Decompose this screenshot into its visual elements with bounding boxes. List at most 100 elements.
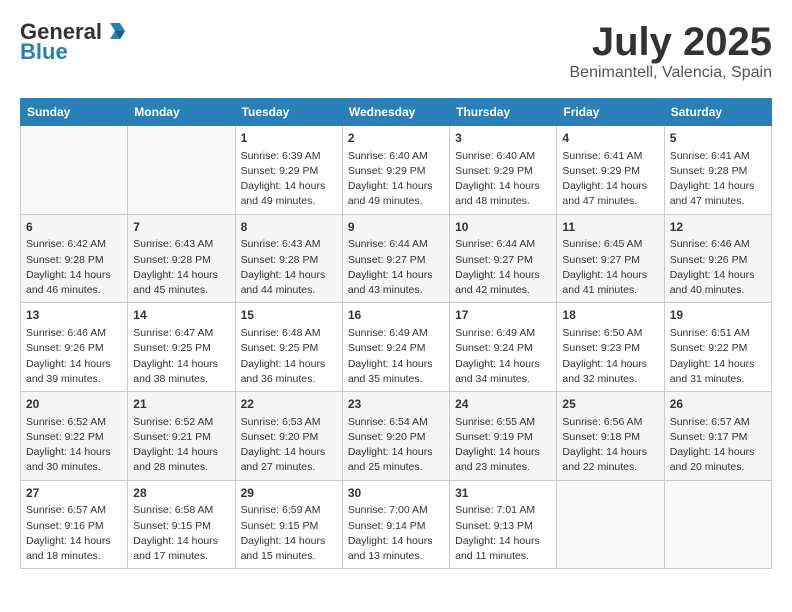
day-number: 22 [241, 396, 337, 413]
day-info: Sunrise: 6:55 AM Sunset: 9:19 PM Dayligh… [455, 415, 551, 476]
day-number: 9 [348, 219, 444, 236]
calendar-cell [21, 126, 128, 215]
day-info: Sunrise: 6:59 AM Sunset: 9:15 PM Dayligh… [241, 503, 337, 564]
calendar-cell: 4 Sunrise: 6:41 AM Sunset: 9:29 PM Daylig… [557, 126, 664, 215]
day-info: Sunrise: 7:00 AM Sunset: 9:14 PM Dayligh… [348, 503, 444, 564]
calendar-cell: 14 Sunrise: 6:47 AM Sunset: 9:25 PM Dayli… [128, 303, 235, 392]
day-info: Sunrise: 6:43 AM Sunset: 9:28 PM Dayligh… [133, 237, 229, 298]
calendar-cell: 9Sunrise: 6:44 AM Sunset: 9:27 PM Daylig… [342, 214, 449, 303]
day-info: Sunrise: 6:43 AM Sunset: 9:28 PM Dayligh… [241, 237, 337, 298]
day-info: Sunrise: 6:56 AM Sunset: 9:18 PM Dayligh… [562, 415, 658, 476]
calendar-cell: 24 Sunrise: 6:55 AM Sunset: 9:19 PM Dayli… [450, 392, 557, 481]
calendar-cell: 31Sunrise: 7:01 AM Sunset: 9:13 PM Dayli… [450, 480, 557, 569]
calendar-cell: 5Sunrise: 6:41 AM Sunset: 9:28 PM Daylig… [664, 126, 771, 215]
calendar-cell: 6Sunrise: 6:42 AM Sunset: 9:28 PM Daylig… [21, 214, 128, 303]
page-subtitle: Benimantell, Valencia, Spain [570, 64, 773, 82]
calendar-cell: 25Sunrise: 6:56 AM Sunset: 9:18 PM Dayli… [557, 392, 664, 481]
logo-blue: Blue [20, 40, 128, 64]
day-number: 20 [26, 396, 122, 413]
day-number: 18 [562, 307, 658, 324]
day-number: 6 [26, 219, 122, 236]
calendar-week-row: 27Sunrise: 6:57 AM Sunset: 9:16 PM Dayli… [21, 480, 772, 569]
calendar-cell [664, 480, 771, 569]
calendar-cell: 21 Sunrise: 6:52 AM Sunset: 9:21 PM Dayli… [128, 392, 235, 481]
calendar-cell: 30Sunrise: 7:00 AM Sunset: 9:14 PM Dayli… [342, 480, 449, 569]
day-info: Sunrise: 6:50 AM Sunset: 9:23 PM Dayligh… [562, 326, 658, 387]
day-info: Sunrise: 6:57 AM Sunset: 9:16 PM Dayligh… [26, 503, 122, 564]
day-number: 3 [455, 130, 551, 147]
calendar-cell: 18 Sunrise: 6:50 AM Sunset: 9:23 PM Dayli… [557, 303, 664, 392]
calendar-header-thursday: Thursday [450, 99, 557, 126]
day-info: Sunrise: 6:47 AM Sunset: 9:25 PM Dayligh… [133, 326, 229, 387]
calendar-week-row: 13Sunrise: 6:46 AM Sunset: 9:26 PM Dayli… [21, 303, 772, 392]
calendar-cell: 23 Sunrise: 6:54 AM Sunset: 9:20 PM Dayli… [342, 392, 449, 481]
day-number: 24 [455, 396, 551, 413]
calendar-cell: 10Sunrise: 6:44 AM Sunset: 9:27 PM Dayli… [450, 214, 557, 303]
day-info: Sunrise: 6:44 AM Sunset: 9:27 PM Dayligh… [455, 237, 551, 298]
day-info: Sunrise: 6:39 AM Sunset: 9:29 PM Dayligh… [241, 149, 337, 210]
day-number: 27 [26, 485, 122, 502]
calendar-cell: 19 Sunrise: 6:51 AM Sunset: 9:22 PM Dayli… [664, 303, 771, 392]
day-info: Sunrise: 6:49 AM Sunset: 9:24 PM Dayligh… [348, 326, 444, 387]
day-info: Sunrise: 6:41 AM Sunset: 9:28 PM Dayligh… [670, 149, 766, 210]
day-info: Sunrise: 6:42 AM Sunset: 9:28 PM Dayligh… [26, 237, 122, 298]
calendar-cell: 15 Sunrise: 6:48 AM Sunset: 9:25 PM Dayli… [235, 303, 342, 392]
logo: General Blue [20, 20, 128, 64]
calendar-cell: 8Sunrise: 6:43 AM Sunset: 9:28 PM Daylig… [235, 214, 342, 303]
calendar-header-row: SundayMondayTuesdayWednesdayThursdayFrid… [21, 99, 772, 126]
day-number: 19 [670, 307, 766, 324]
calendar-header-friday: Friday [557, 99, 664, 126]
day-info: Sunrise: 6:52 AM Sunset: 9:22 PM Dayligh… [26, 415, 122, 476]
calendar-cell: 17 Sunrise: 6:49 AM Sunset: 9:24 PM Dayli… [450, 303, 557, 392]
calendar-cell: 26 Sunrise: 6:57 AM Sunset: 9:17 PM Dayli… [664, 392, 771, 481]
day-number: 17 [455, 307, 551, 324]
day-info: Sunrise: 6:54 AM Sunset: 9:20 PM Dayligh… [348, 415, 444, 476]
day-info: Sunrise: 6:45 AM Sunset: 9:27 PM Dayligh… [562, 237, 658, 298]
day-number: 23 [348, 396, 444, 413]
day-number: 29 [241, 485, 337, 502]
calendar-header-tuesday: Tuesday [235, 99, 342, 126]
calendar-cell: 20 Sunrise: 6:52 AM Sunset: 9:22 PM Dayli… [21, 392, 128, 481]
day-number: 7 [133, 219, 229, 236]
calendar-cell [128, 126, 235, 215]
calendar-cell: 29Sunrise: 6:59 AM Sunset: 9:15 PM Dayli… [235, 480, 342, 569]
calendar-header-saturday: Saturday [664, 99, 771, 126]
calendar-cell: 12Sunrise: 6:46 AM Sunset: 9:26 PM Dayli… [664, 214, 771, 303]
day-info: Sunrise: 6:48 AM Sunset: 9:25 PM Dayligh… [241, 326, 337, 387]
calendar-cell: 2Sunrise: 6:40 AM Sunset: 9:29 PM Daylig… [342, 126, 449, 215]
day-number: 8 [241, 219, 337, 236]
calendar-week-row: 6Sunrise: 6:42 AM Sunset: 9:28 PM Daylig… [21, 214, 772, 303]
day-number: 16 [348, 307, 444, 324]
day-info: Sunrise: 6:51 AM Sunset: 9:22 PM Dayligh… [670, 326, 766, 387]
day-number: 14 [133, 307, 229, 324]
day-info: Sunrise: 6:57 AM Sunset: 9:17 PM Dayligh… [670, 415, 766, 476]
day-number: 12 [670, 219, 766, 236]
day-number: 10 [455, 219, 551, 236]
day-number: 21 [133, 396, 229, 413]
day-info: Sunrise: 7:01 AM Sunset: 9:13 PM Dayligh… [455, 503, 551, 564]
calendar-cell: 11Sunrise: 6:45 AM Sunset: 9:27 PM Dayli… [557, 214, 664, 303]
day-number: 30 [348, 485, 444, 502]
day-info: Sunrise: 6:46 AM Sunset: 9:26 PM Dayligh… [670, 237, 766, 298]
day-info: Sunrise: 6:41 AM Sunset: 9:29 PM Dayligh… [562, 149, 658, 210]
calendar-cell: 22 Sunrise: 6:53 AM Sunset: 9:20 PM Dayli… [235, 392, 342, 481]
calendar-week-row: 1Sunrise: 6:39 AM Sunset: 9:29 PM Daylig… [21, 126, 772, 215]
day-info: Sunrise: 6:49 AM Sunset: 9:24 PM Dayligh… [455, 326, 551, 387]
day-info: Sunrise: 6:53 AM Sunset: 9:20 PM Dayligh… [241, 415, 337, 476]
calendar-cell: 27Sunrise: 6:57 AM Sunset: 9:16 PM Dayli… [21, 480, 128, 569]
calendar-cell [557, 480, 664, 569]
day-number: 13 [26, 307, 122, 324]
day-number: 28 [133, 485, 229, 502]
calendar: SundayMondayTuesdayWednesdayThursdayFrid… [20, 98, 772, 569]
day-info: Sunrise: 6:40 AM Sunset: 9:29 PM Dayligh… [348, 149, 444, 210]
calendar-cell: 7Sunrise: 6:43 AM Sunset: 9:28 PM Daylig… [128, 214, 235, 303]
calendar-header-sunday: Sunday [21, 99, 128, 126]
day-info: Sunrise: 6:52 AM Sunset: 9:21 PM Dayligh… [133, 415, 229, 476]
day-number: 11 [562, 219, 658, 236]
day-info: Sunrise: 6:40 AM Sunset: 9:29 PM Dayligh… [455, 149, 551, 210]
day-number: 15 [241, 307, 337, 324]
day-number: 4 [562, 130, 658, 147]
day-number: 26 [670, 396, 766, 413]
calendar-cell: 16 Sunrise: 6:49 AM Sunset: 9:24 PM Dayli… [342, 303, 449, 392]
day-info: Sunrise: 6:44 AM Sunset: 9:27 PM Dayligh… [348, 237, 444, 298]
